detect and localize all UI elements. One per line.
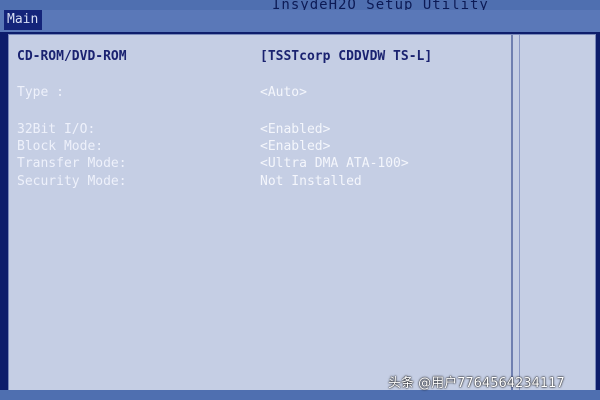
- device-value: [TSSTcorp CDDVDW TS-L]: [260, 49, 433, 64]
- setting-value[interactable]: <Ultra DMA ATA-100>: [260, 155, 409, 173]
- setting-label: 32Bit I/O:: [17, 122, 96, 137]
- watermark-text: 头条 @用户7764564234117: [388, 376, 565, 391]
- main-panel: CD-ROM/DVD-ROM [TSSTcorp CDDVDW TS-L] Ty…: [8, 34, 596, 391]
- bios-screen: InsydeH2O Setup Utility Main CD-ROM/DVD-…: [0, 0, 600, 400]
- help-panel-divider: [511, 35, 513, 390]
- setting-value[interactable]: <Enabled>: [260, 121, 330, 139]
- setting-value: Not Installed: [260, 174, 362, 189]
- setting-value[interactable]: <Enabled>: [260, 138, 330, 156]
- key-help-bar: [0, 390, 600, 400]
- help-panel-divider-inner: [519, 35, 520, 390]
- device-label: CD-ROM/DVD-ROM: [17, 49, 127, 64]
- setting-label: Security Mode:: [17, 174, 127, 189]
- setting-label: Transfer Mode:: [17, 156, 127, 171]
- tab-bar: Main: [0, 10, 600, 32]
- tab-main[interactable]: Main: [4, 10, 43, 30]
- setting-label: Type :: [17, 85, 64, 100]
- setting-value[interactable]: <Auto>: [260, 84, 307, 102]
- setting-label: Block Mode:: [17, 139, 104, 154]
